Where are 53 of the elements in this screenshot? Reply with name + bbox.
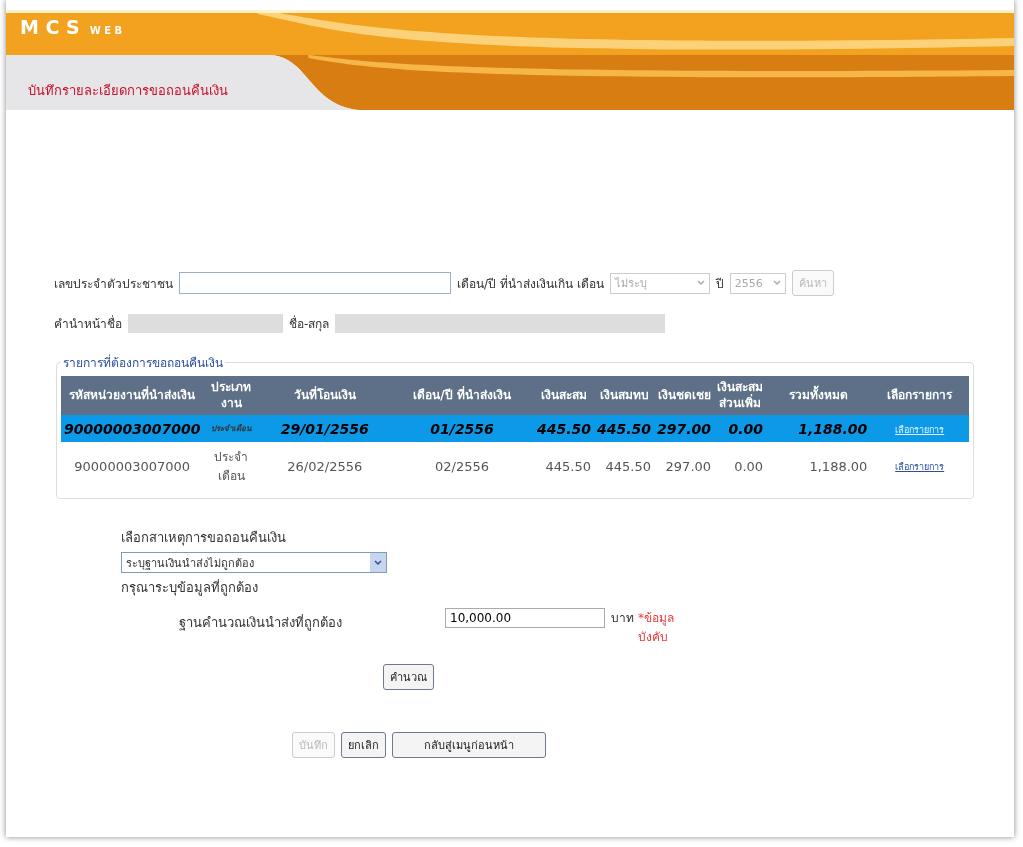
table-row[interactable]: 90000003007000 ประจำเดือน 26/02/2556 02/2556 445.50 445.50 297.00 0.00 1,188.00 เลือกรายการ [61,442,969,491]
action-button[interactable]: กลับสู่เมนูก่อนหน้า [392,732,546,759]
unit-label: บาท [611,610,634,628]
column-header: เงินชดเชย [654,376,715,416]
base-amount-field[interactable]: 10,000.00 [445,608,605,629]
column-header: วันที่โอนเงิน [259,376,391,416]
field-label: เลขประจำตัวประชาชน [54,275,173,293]
table-cell: 445.50 [537,420,591,437]
table-cell: 29/01/2556 [280,420,369,437]
hint-text: กรุณาระบุข้อมูลที่ถูกต้อง [121,578,259,598]
column-header: เงินสะสม [534,376,594,416]
table-cell: 445.50 [545,458,591,474]
table-row[interactable]: 90000003007000 ประจำเดือน 29/01/2556 01/2556 445.50 445.50 297.00 0.00 1,188.00 เลือกรายการ [61,415,969,443]
field-label: เลือกสาเหตุการขอถอนคืนเงิน [121,529,287,548]
column-header: ประเภทงาน [203,376,260,416]
table-cell: 445.50 [605,458,652,474]
column-header: เงินสะสมส่วนเพิ่ม [714,376,767,416]
table-cell: 297.00 [657,420,712,437]
column-header: รหัสหน่วยงานที่นำส่งเงิน [61,376,204,416]
field-label: เดือน/ปี ที่นำส่งเงินเกิน เดือน [457,274,604,293]
field-label: คำนำหน้าชื่อ [54,314,122,333]
table-cell: 02/2556 [435,458,490,474]
logo-text: M C S [20,16,80,38]
column-header: เดือน/ปี ที่นำส่งเงิน [390,376,534,416]
id-number-field[interactable] [179,272,451,294]
column-header: รวมทั้งหมด [766,376,871,416]
required-note: *ข้อมูลบังคับ [638,610,675,647]
action-button[interactable]: ยกเลิก [341,732,386,759]
table-cell: 01/2556 [430,420,494,437]
table-cell: 445.50 [597,420,652,437]
field-label: ชื่อ-สกุล [289,314,330,333]
calculate-button[interactable]: คำนวณ [383,664,434,691]
table-cell: 0.00 [734,458,764,474]
field-label: ปี [715,275,724,293]
table-cell: 0.00 [728,420,764,437]
column-header: เงินสมทบ [594,376,655,416]
field-label: ฐานคำนวณเงินนำส่งที่ถูกต้อง [179,613,343,633]
column-header: เลือกรายการ [870,376,969,416]
reason-dropdown[interactable]: ระบุฐานเงินนำส่งไม่ถูกต้อง [121,552,387,574]
prefix-field[interactable] [128,314,283,333]
table-cell: 1,188.00 [809,458,868,474]
name-field[interactable] [335,314,666,333]
table-cell: 90000003007000 [64,420,201,437]
table-cell: 90000003007000 [74,458,191,474]
page-title: บันทึกรายละเอียดการขอถอนคืนเงิน [28,82,228,100]
select-link[interactable]: เลือกรายการ [895,462,945,473]
logo-subtext: W E B [89,25,123,36]
table-cell: ประจำเดือน [214,450,249,484]
panel-legend: รายการที่ต้องการขอถอนคืนเงิน [61,353,225,372]
table-cell: 26/02/2556 [287,458,363,474]
table-cell: 1,188.00 [798,420,868,437]
table-cell: 297.00 [665,458,712,474]
table-cell: ประจำเดือน [211,424,252,434]
